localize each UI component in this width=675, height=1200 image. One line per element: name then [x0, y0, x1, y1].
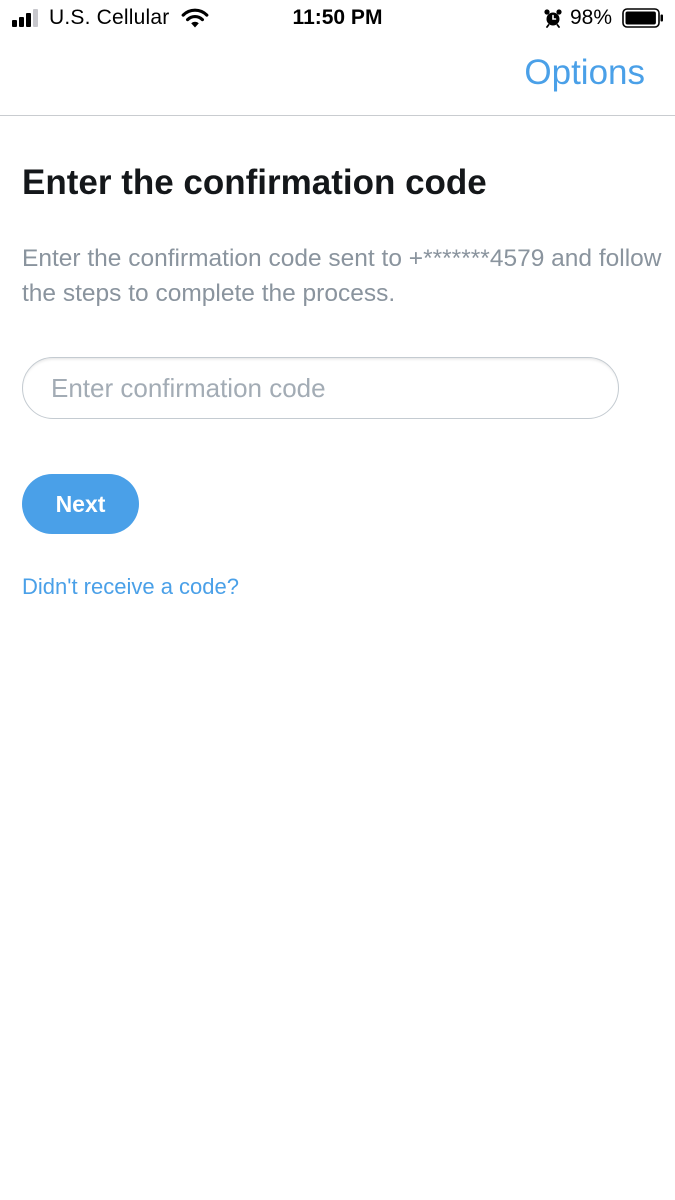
confirmation-code-input[interactable]: [22, 357, 619, 419]
battery-icon: [622, 8, 663, 28]
resend-code-link[interactable]: Didn't receive a code?: [22, 574, 239, 600]
battery-percentage: 98%: [570, 6, 613, 29]
next-button[interactable]: Next: [22, 474, 139, 534]
page-title: Enter the confirmation code: [22, 163, 487, 202]
options-button[interactable]: Options: [524, 53, 645, 93]
navigation-header: Options: [0, 38, 675, 116]
instruction-text: Enter the confirmation code sent to +***…: [22, 245, 662, 307]
alarm-icon: [544, 9, 562, 28]
status-bar: U.S. Cellular 11:50 PM 98%: [0, 0, 675, 38]
